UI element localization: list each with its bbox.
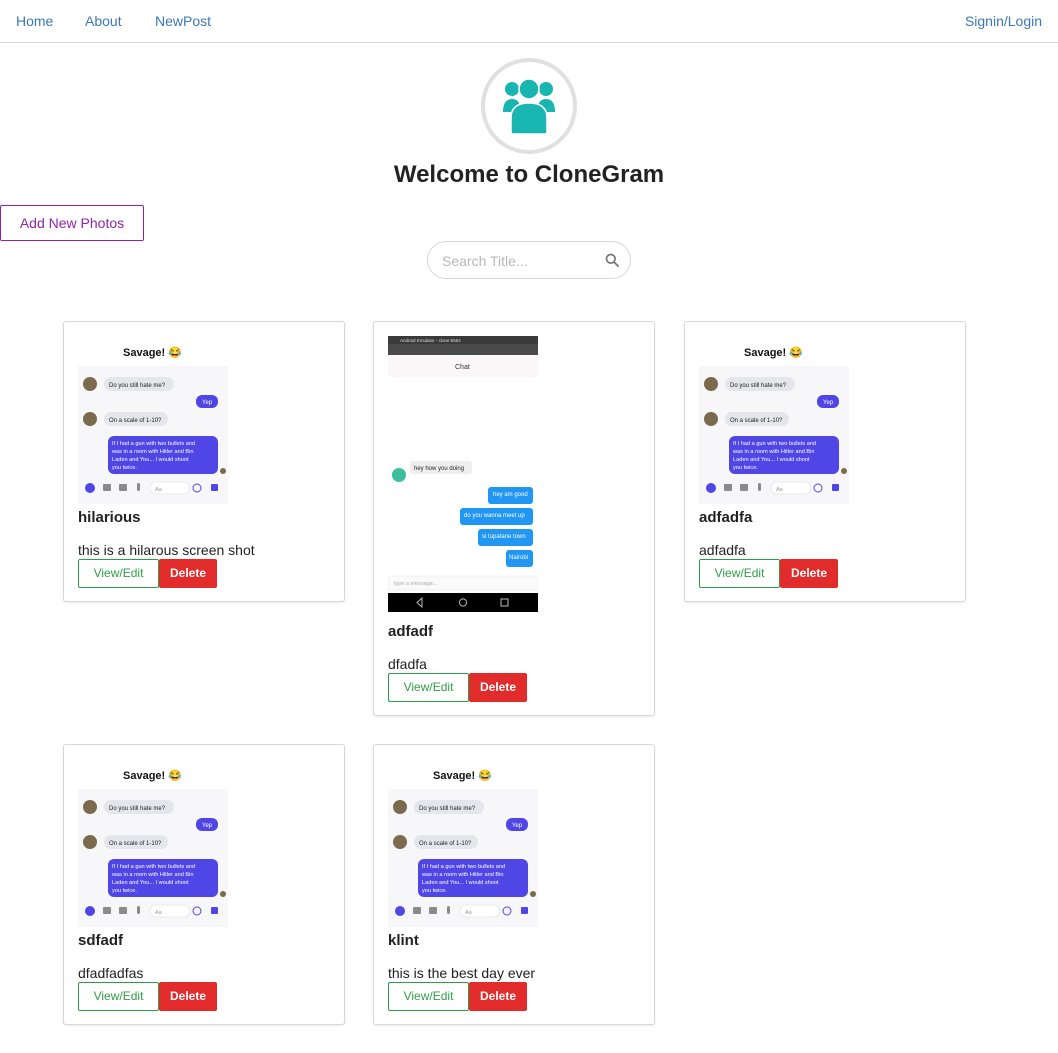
post-image: [388, 759, 538, 927]
search-bar: [427, 241, 631, 279]
search-input[interactable]: [442, 251, 602, 271]
post-title: hilarious: [78, 509, 141, 526]
nav-newpost-link[interactable]: NewPost: [155, 13, 211, 29]
view-edit-button[interactable]: View/Edit: [388, 982, 469, 1011]
post-card: adfadf dfadfa View/Edit Delete: [373, 321, 655, 716]
post-description: this is a hilarous screen shot: [78, 542, 255, 558]
delete-button[interactable]: Delete: [469, 982, 527, 1011]
delete-button[interactable]: Delete: [780, 559, 838, 588]
post-title: klint: [388, 932, 419, 949]
nav-home-link[interactable]: Home: [16, 13, 53, 29]
post-card: klint this is the best day ever View/Edi…: [373, 744, 655, 1025]
post-image: [78, 336, 228, 504]
top-navbar: Home About NewPost Signin/Login: [0, 0, 1058, 43]
view-edit-button[interactable]: View/Edit: [78, 982, 159, 1011]
view-edit-button[interactable]: View/Edit: [699, 559, 780, 588]
post-description: this is the best day ever: [388, 965, 536, 981]
add-new-photos-button[interactable]: Add New Photos: [0, 205, 144, 241]
app-logo: [481, 58, 577, 154]
post-title: sdfadf: [78, 932, 123, 949]
delete-button[interactable]: Delete: [469, 673, 527, 702]
post-description: dfadfadfas: [78, 965, 144, 981]
users-group-icon: [503, 78, 555, 134]
nav-about-link[interactable]: About: [85, 13, 122, 29]
post-description: adfadfa: [699, 542, 746, 558]
post-image: [699, 336, 849, 504]
post-card: adfadfa adfadfa View/Edit Delete: [684, 321, 966, 602]
post-card: hilarious this is a hilarous screen shot…: [63, 321, 345, 602]
post-image: [388, 336, 538, 612]
page-title: Welcome to CloneGram: [393, 161, 665, 188]
post-title: adfadfa: [699, 509, 753, 526]
post-title: adfadf: [388, 623, 433, 640]
search-icon[interactable]: [605, 253, 619, 267]
view-edit-button[interactable]: View/Edit: [388, 673, 469, 702]
post-description: dfadfa: [388, 656, 427, 672]
post-image: [78, 759, 228, 927]
post-card: sdfadf dfadfadfas View/Edit Delete: [63, 744, 345, 1025]
view-edit-button[interactable]: View/Edit: [78, 559, 159, 588]
delete-button[interactable]: Delete: [159, 982, 217, 1011]
delete-button[interactable]: Delete: [159, 559, 217, 588]
nav-signin-link[interactable]: Signin/Login: [965, 13, 1042, 29]
